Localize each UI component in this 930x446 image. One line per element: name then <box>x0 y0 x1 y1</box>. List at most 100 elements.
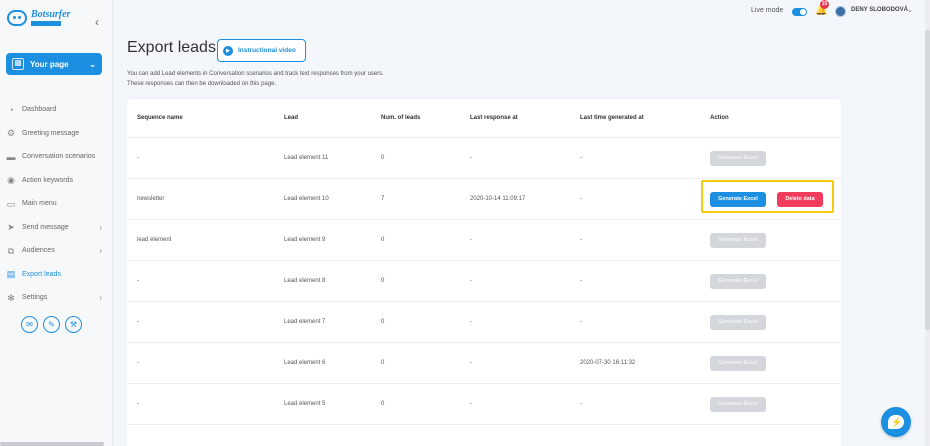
menu-icon: ▭ <box>6 198 16 209</box>
page-icon: ▤ <box>12 58 24 70</box>
live-mode-toggle[interactable] <box>792 8 807 16</box>
sidebar-item-export-leads[interactable]: ▤ Export leads <box>0 263 112 287</box>
generate-excel-button: Generate Excel <box>710 355 766 371</box>
cell-last-generated: - <box>580 196 582 202</box>
generate-excel-button: Generate Excel <box>710 273 766 289</box>
cell-action: Generate Excel <box>710 314 766 330</box>
table-body: - Lead element 11 0- - Generate Excel newslet… <box>127 138 841 425</box>
sidebar-nav: ◔ Dashboard ⚙ Greeting message ▬ Conversation… <box>0 98 112 310</box>
cell-last-response: 2020-10-14 11:09:17 <box>470 196 526 202</box>
page-title: Export leads <box>127 39 216 56</box>
cell-action: Generate Excel <box>710 273 766 289</box>
cell-action: Generate Excel <box>710 150 766 166</box>
cell-sequence-name: - <box>137 155 139 161</box>
cell-action: Generate Excel <box>710 355 766 371</box>
generate-excel-button[interactable]: Generate Excel <box>710 191 766 207</box>
cell-num-of-leads: 0 <box>381 237 385 243</box>
page-scrollbar[interactable] <box>925 0 930 446</box>
sidebar-item-main-menu[interactable]: ▭ Main menu <box>0 192 112 216</box>
header-action: Action <box>710 115 729 121</box>
cell-lead: Lead element 11 <box>284 155 329 161</box>
chevron-right-icon: › <box>99 293 102 303</box>
cell-lead: Lead element 5 <box>284 401 326 407</box>
cell-num-of-leads: 0 <box>381 360 385 366</box>
cell-action: Generate Excel <box>710 396 766 412</box>
cell-num-of-leads: 0 <box>381 319 385 325</box>
instructional-video-button[interactable]: ▶ Instructional video <box>217 39 306 62</box>
social-icons: ✉ ✎ ⚒ <box>21 316 82 333</box>
cell-sequence-name: - <box>137 278 139 284</box>
dashboard-icon: ◔ <box>8 104 14 115</box>
notification-badge: 15 <box>820 0 829 9</box>
page-selector[interactable]: ▤ Your page ⌄ <box>6 53 102 75</box>
cell-last-response: - <box>470 155 472 161</box>
cell-last-generated: - <box>580 278 582 284</box>
cell-lead: Lead element 9 <box>284 237 326 243</box>
sidebar-item-label: Dashboard <box>22 106 57 114</box>
generate-excel-button: Generate Excel <box>710 314 766 330</box>
generate-excel-button: Generate Excel <box>710 150 766 166</box>
sidebar-item-label: Settings <box>22 294 48 302</box>
user-name[interactable]: DENY SLOBODOVÁ <box>851 7 908 13</box>
logo-badge <box>31 21 61 26</box>
cell-last-response: - <box>470 401 472 407</box>
sidebar-item-dashboard[interactable]: ◔ Dashboard <box>0 98 112 122</box>
cell-num-of-leads: 7 <box>381 196 385 202</box>
cell-sequence-name: - <box>137 360 139 366</box>
cell-num-of-leads: 0 <box>381 278 385 284</box>
cell-action: Generate Excel Delete data <box>710 191 823 207</box>
avatar[interactable] <box>835 6 846 17</box>
header-sequence-name: Sequence name <box>137 115 183 121</box>
folder-icon: ▬ <box>6 151 16 162</box>
table-row: - Lead element 11 0 - - Generate Excel <box>127 138 841 179</box>
cell-last-response: - <box>470 237 472 243</box>
cell-last-generated: - <box>580 401 582 407</box>
description-line: You can add Lead elements in Conversatio… <box>127 71 384 77</box>
delete-data-button[interactable]: Delete data <box>777 191 823 207</box>
brush-icon[interactable]: ✎ <box>43 316 60 333</box>
chevron-down-icon[interactable]: ⌄ <box>907 6 913 14</box>
sidebar-item-settings[interactable]: ✻ Settings › <box>0 286 112 310</box>
cell-lead: Lead element 10 <box>284 196 329 202</box>
chevron-down-icon: ⌄ <box>89 59 96 69</box>
sidebar-item-greeting-message[interactable]: ⚙ Greeting message <box>0 122 112 146</box>
tools-icon[interactable]: ⚒ <box>65 316 82 333</box>
cell-num-of-leads: 0 <box>381 401 385 407</box>
sidebar-item-label: Greeting message <box>22 129 80 137</box>
generate-excel-button: Generate Excel <box>710 232 766 248</box>
table-row: - Lead element 8 0 - - Generate Excel <box>127 261 841 302</box>
leads-table: Sequence name Lead Num. of leads Last re… <box>127 99 841 446</box>
sidebar-item-action-keywords[interactable]: ◉ Action keywords <box>0 169 112 193</box>
sidebar-item-conversation-scenarios[interactable]: ▬ Conversation scenarios <box>0 145 112 169</box>
table-row: lead element Lead element 9 0 - - Generate Ex… <box>127 220 841 261</box>
table-row: - Lead element 5 0 - - Generate Excel <box>127 384 841 425</box>
sidebar-item-send-message[interactable]: ➤ Send message › <box>0 216 112 240</box>
sidebar-item-label: Action keywords <box>22 176 73 184</box>
botsurfer-logo[interactable]: Botsurfer <box>7 10 70 26</box>
table-row: newsletter Lead element 10 7 2020-10-14 11:… <box>127 179 841 220</box>
header-num-of-leads: Num. of leads <box>381 115 421 121</box>
export-icon: ▤ <box>6 269 16 280</box>
sidebar-item-audiences[interactable]: ⧉ Audiences › <box>0 239 112 263</box>
cell-sequence-name: - <box>137 319 139 325</box>
top-bar: Live mode 🔔 15 DENY SLOBODOVÁ ⌄ <box>113 0 930 24</box>
table-header: Sequence name Lead Num. of leads Last re… <box>127 99 841 138</box>
cell-lead: Lead element 6 <box>284 360 326 366</box>
chevron-right-icon: › <box>99 222 102 232</box>
description-line: These responses can then be downloaded o… <box>127 81 277 87</box>
header-lead: Lead <box>284 115 299 121</box>
page-description: You can add Lead elements in Conversatio… <box>127 69 384 89</box>
chevron-right-icon: › <box>99 246 102 256</box>
chevron-left-icon[interactable]: ‹ <box>95 15 99 29</box>
header-last-response: Last response at <box>470 115 518 121</box>
scrollbar-thumb[interactable] <box>925 30 930 330</box>
play-icon: ▶ <box>223 45 233 56</box>
sidebar-item-label: Conversation scenarios <box>22 153 96 161</box>
generate-excel-button: Generate Excel <box>710 396 766 412</box>
messenger-chat-button[interactable] <box>881 407 911 437</box>
table-row: - Lead element 6 0 - 2020-07-30 16:11:32 Gene… <box>127 343 841 384</box>
chat-icon[interactable]: ✉ <box>21 316 38 333</box>
sidebar-scrollbar[interactable] <box>0 442 104 446</box>
cell-lead: Lead element 8 <box>284 278 326 284</box>
gear-icon: ✻ <box>7 292 15 303</box>
